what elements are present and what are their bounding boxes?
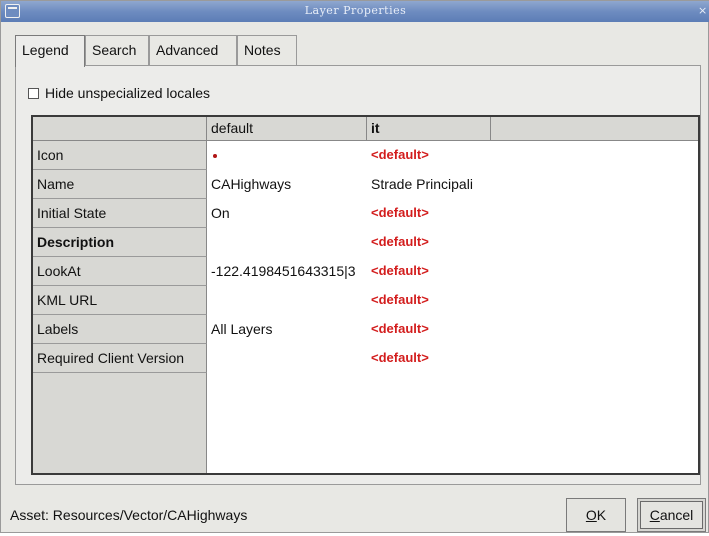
locale-table: default it Icon <default> Name CAHighway… xyxy=(31,115,700,475)
cell-name-it[interactable]: Strade Principali xyxy=(369,170,509,199)
window-title: Layer Properties xyxy=(304,4,407,17)
tab-notes[interactable]: Notes xyxy=(237,35,297,65)
cell-lookat-it[interactable]: <default> xyxy=(369,257,509,286)
row-header-name[interactable]: Name xyxy=(33,170,207,199)
ok-label-rest: K xyxy=(596,507,607,523)
ok-button[interactable]: OK xyxy=(566,498,626,532)
header-filler xyxy=(491,117,698,141)
cell-kml-url-default[interactable] xyxy=(209,286,367,315)
cell-description-it[interactable]: <default> xyxy=(369,228,509,257)
cell-required-client-version-it[interactable]: <default> xyxy=(369,344,509,373)
cancel-button[interactable]: Cancel xyxy=(637,498,706,532)
tab-advanced[interactable]: Advanced xyxy=(149,35,237,65)
layer-properties-dialog: Layer Properties × Legend Search Advance… xyxy=(0,0,709,533)
close-icon[interactable]: × xyxy=(698,4,708,18)
tab-bar: Legend Search Advanced Notes xyxy=(15,35,297,67)
cell-icon-it[interactable]: <default> xyxy=(369,141,509,170)
hide-unspecialized-label: Hide unspecialized locales xyxy=(45,85,210,101)
row-header-description[interactable]: Description xyxy=(33,228,207,257)
cell-required-client-version-default[interactable] xyxy=(209,344,367,373)
table-corner xyxy=(33,117,207,141)
cell-labels-it[interactable]: <default> xyxy=(369,315,509,344)
cell-labels-default[interactable]: All Layers xyxy=(209,315,367,344)
column-header-it[interactable]: it xyxy=(367,117,491,141)
row-header-lookat[interactable]: LookAt xyxy=(33,257,207,286)
cancel-label-rest: ancel xyxy=(659,507,694,523)
tab-legend[interactable]: Legend xyxy=(15,35,85,67)
hide-unspecialized-checkbox[interactable] xyxy=(28,87,39,99)
row-header-icon[interactable]: Icon xyxy=(33,141,207,170)
title-bar[interactable]: Layer Properties × xyxy=(1,1,709,22)
asset-path-label: Asset: Resources/Vector/CAHighways xyxy=(10,507,248,523)
row-header-initial-state[interactable]: Initial State xyxy=(33,199,207,228)
cell-icon-default[interactable] xyxy=(209,141,367,170)
icon-swatch xyxy=(213,154,217,159)
cell-lookat-default[interactable]: -122.4198451643315|3 xyxy=(209,257,367,286)
cell-name-default[interactable]: CAHighways xyxy=(209,170,367,199)
cell-description-default[interactable] xyxy=(209,228,367,257)
row-header-labels[interactable]: Labels xyxy=(33,315,207,344)
ok-mnemonic: O xyxy=(585,507,597,523)
cell-initial-state-it[interactable]: <default> xyxy=(369,199,509,228)
cell-kml-url-it[interactable]: <default> xyxy=(369,286,509,315)
row-header-required-client-version[interactable]: Required Client Version xyxy=(33,344,207,373)
cell-initial-state-default[interactable]: On xyxy=(209,199,367,228)
hide-unspecialized-toggle[interactable]: Hide unspecialized locales xyxy=(28,83,210,103)
tab-search[interactable]: Search xyxy=(85,35,149,65)
column-header-default[interactable]: default xyxy=(207,117,367,141)
cancel-mnemonic: C xyxy=(649,507,660,523)
row-header-kml-url[interactable]: KML URL xyxy=(33,286,207,315)
